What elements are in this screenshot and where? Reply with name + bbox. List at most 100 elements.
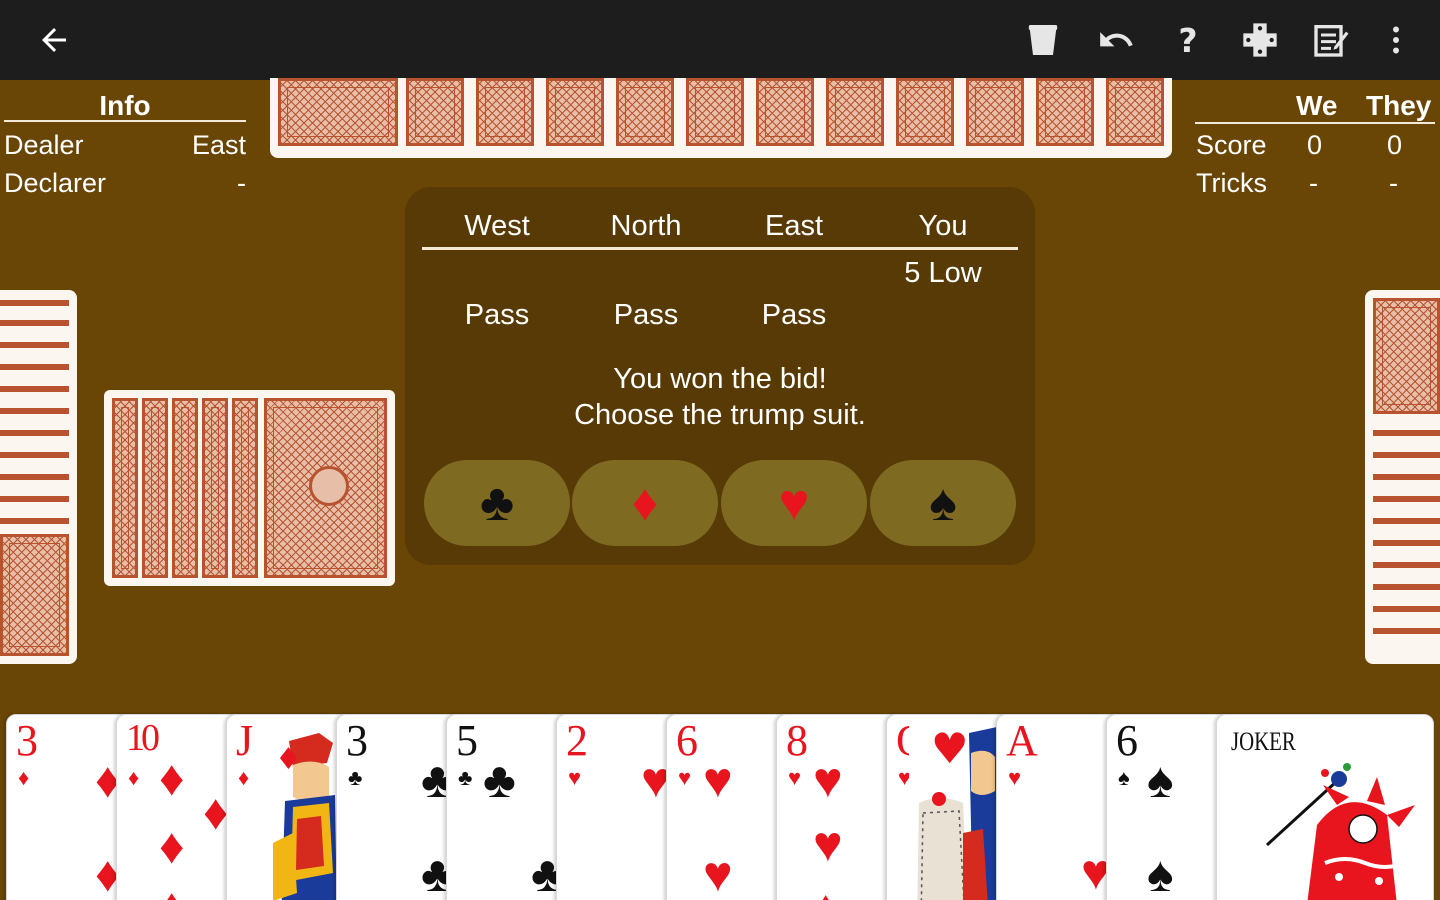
- card-edge: [1373, 584, 1440, 590]
- card-back-medallion: [309, 466, 349, 506]
- card-back: [1106, 78, 1164, 146]
- bid-won-message: You won the bid!: [613, 363, 827, 395]
- bid-you-round1: 5 Low: [904, 257, 982, 289]
- card-back: [1036, 78, 1094, 146]
- more-vert-icon[interactable]: [1374, 18, 1418, 62]
- diamonds-icon: ♦: [631, 474, 659, 532]
- declarer-value: -: [237, 168, 246, 198]
- card-edge: [1373, 518, 1440, 524]
- west-hand: [0, 290, 77, 664]
- card-edge: [0, 452, 69, 458]
- card-edge: [1373, 452, 1440, 458]
- card-back: [756, 78, 814, 146]
- card-back: [1373, 298, 1440, 414]
- heart-pip-icon: ♥: [703, 846, 733, 900]
- card-suit: ♥: [678, 765, 692, 790]
- card-rank: 6: [1116, 716, 1138, 765]
- card-back: [686, 78, 744, 146]
- score-label: Score: [1196, 130, 1267, 160]
- undo-icon[interactable]: [1094, 18, 1138, 62]
- card-edge: [1373, 562, 1440, 568]
- card-suit: ♦: [128, 765, 140, 790]
- joker-jester-icon: [1265, 763, 1415, 900]
- trash-icon[interactable]: [1021, 18, 1065, 62]
- card-back: [172, 398, 198, 578]
- card-edge: [0, 518, 69, 524]
- gamepad-icon[interactable]: [1238, 18, 1282, 62]
- score-col-they: They: [1366, 90, 1432, 121]
- card-rank: 8: [786, 716, 808, 765]
- card-suit: ♥: [1008, 765, 1022, 790]
- card-back: [616, 78, 674, 146]
- bid-west-round2: Pass: [464, 299, 530, 331]
- bid-header-you: You: [918, 210, 968, 242]
- card-edge: [0, 364, 69, 370]
- trump-spades-button[interactable]: ♠: [870, 460, 1016, 546]
- card-back: [142, 398, 168, 578]
- tricks-they-value: -: [1389, 168, 1398, 198]
- joker-label: JOKER: [1231, 727, 1296, 756]
- back-arrow-icon[interactable]: [32, 18, 76, 62]
- hand-card-joker[interactable]: JOKER: [1216, 714, 1434, 900]
- card-suit: ♣: [458, 765, 473, 790]
- card-suit: ♥: [568, 765, 582, 790]
- kitty-stack: [104, 390, 395, 586]
- clubs-icon: ♣: [479, 474, 515, 532]
- card-suit: ♣: [348, 765, 363, 790]
- card-suit: ♠: [1118, 765, 1130, 790]
- card-back: [966, 78, 1024, 146]
- card-edge: [0, 320, 69, 326]
- card-edge: [1373, 628, 1440, 634]
- help-icon[interactable]: ?: [1166, 18, 1210, 62]
- card-back: [278, 78, 398, 146]
- dealer-label: Dealer: [4, 130, 84, 160]
- diamond-pip-icon: ♦: [159, 881, 185, 900]
- card-back: [826, 78, 884, 146]
- bid-header-east: East: [764, 210, 824, 242]
- bid-header-north: North: [610, 210, 682, 242]
- diamond-pip-icon: ♦: [159, 750, 185, 806]
- score-we-value: 0: [1307, 130, 1323, 160]
- bidding-panel: West North East You 5 Low Pass Pass Pass…: [405, 187, 1035, 565]
- app-toolbar: ?: [0, 0, 1440, 80]
- jack-portrait-icon: ♦: [261, 723, 337, 900]
- card-suit: ♦: [18, 765, 30, 790]
- trump-clubs-button[interactable]: ♣: [424, 460, 570, 546]
- trump-hearts-button[interactable]: ♥: [721, 460, 867, 546]
- card-back: [0, 534, 69, 656]
- score-col-we: We: [1296, 90, 1338, 121]
- spade-pip-icon: ♠: [1147, 752, 1174, 808]
- card-edge: [0, 496, 69, 502]
- card-edge: [1373, 430, 1440, 436]
- card-rank: 2: [566, 716, 588, 765]
- card-back: [546, 78, 604, 146]
- north-hand: [270, 78, 1172, 158]
- card-rank: A: [1006, 716, 1038, 765]
- hearts-icon: ♥: [778, 474, 810, 532]
- bid-header-west: West: [464, 210, 530, 242]
- heart-pip-icon: ♥: [703, 752, 733, 808]
- dealer-value: East: [191, 130, 246, 160]
- spades-icon: ♠: [929, 474, 957, 532]
- tricks-we-value: -: [1309, 168, 1318, 198]
- heart-pip-icon: ♥: [813, 752, 843, 808]
- score-they-value: 0: [1387, 130, 1403, 160]
- card-back: [232, 398, 258, 578]
- card-rank: 6: [676, 716, 698, 765]
- bid-north-round2: Pass: [613, 299, 679, 331]
- bid-divider: [422, 247, 1018, 250]
- card-edge: [0, 430, 69, 436]
- card-edge: [1373, 496, 1440, 502]
- card-rank: 10: [126, 717, 160, 759]
- card-rank: 3: [16, 716, 38, 765]
- trump-diamonds-button[interactable]: ♦: [572, 460, 718, 546]
- card-suit: ♥: [788, 765, 802, 790]
- diamond-pip-icon: ♦: [203, 784, 229, 840]
- card-back: [476, 78, 534, 146]
- diamond-pip-icon: ♦: [813, 883, 839, 900]
- tricks-label: Tricks: [1196, 168, 1267, 198]
- card-edge: [0, 408, 69, 414]
- declarer-label: Declarer: [4, 168, 107, 198]
- scoresheet-icon[interactable]: [1309, 18, 1353, 62]
- diamond-pip-icon: ♦: [159, 818, 185, 874]
